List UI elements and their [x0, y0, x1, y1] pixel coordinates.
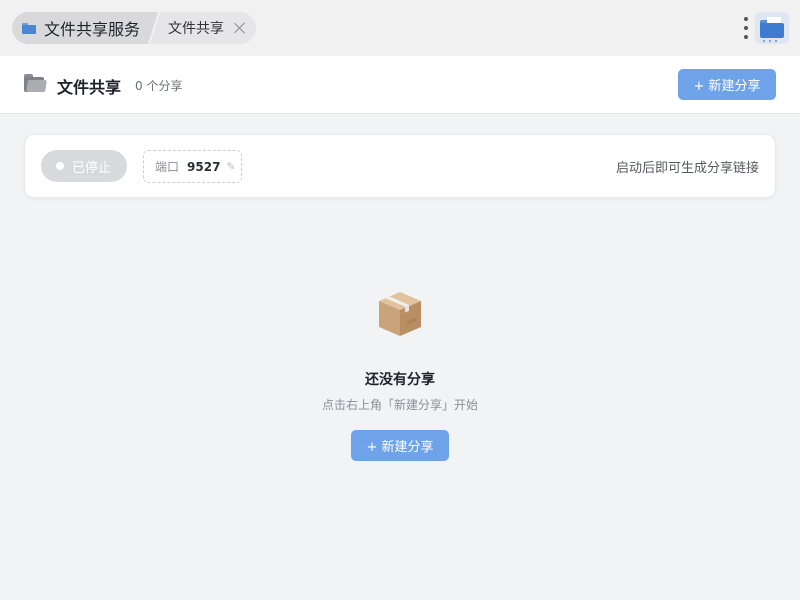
status-label: 已停止	[72, 160, 112, 176]
new-share-button[interactable]: + 新建分享	[678, 69, 776, 100]
empty-state-subtitle: 点击右上角「新建分享」开始	[321, 398, 478, 412]
pencil-icon[interactable]: ✎	[226, 160, 235, 173]
empty-new-share-button[interactable]: + 新建分享	[351, 430, 449, 461]
app-title: 文件共享服务	[44, 20, 141, 39]
file-share-app-icon[interactable]	[755, 12, 789, 44]
folder-icon	[22, 23, 36, 34]
title-bar: 文件共享服务 文件共享	[0, 0, 800, 56]
package-box-icon	[379, 292, 421, 336]
breadcrumb: 文件共享服务 文件共享	[12, 12, 257, 44]
share-count: 0 个分享	[135, 79, 183, 93]
status-dot-icon	[56, 162, 64, 170]
port-field[interactable]: 端口 9527 ✎	[143, 150, 242, 183]
app-title-crumb[interactable]: 文件共享服务	[12, 12, 158, 44]
close-icon[interactable]	[234, 22, 246, 34]
service-status-card: 已停止 端口 9527 ✎ 启动后即可生成分享链接	[24, 134, 776, 198]
page-title: 文件共享	[57, 78, 122, 97]
page-header: 文件共享 0 个分享 + 新建分享	[0, 56, 800, 114]
tab-file-share[interactable]: 文件共享	[150, 12, 257, 44]
status-hint: 启动后即可生成分享链接	[615, 161, 759, 176]
port-value: 9527	[187, 159, 221, 174]
port-label: 端口	[155, 160, 180, 174]
tab-label: 文件共享	[168, 21, 225, 37]
kebab-menu-icon[interactable]	[741, 15, 751, 41]
service-toggle[interactable]: 已停止	[41, 150, 127, 182]
folder-icon	[24, 73, 47, 93]
empty-state-title: 还没有分享	[365, 372, 435, 388]
